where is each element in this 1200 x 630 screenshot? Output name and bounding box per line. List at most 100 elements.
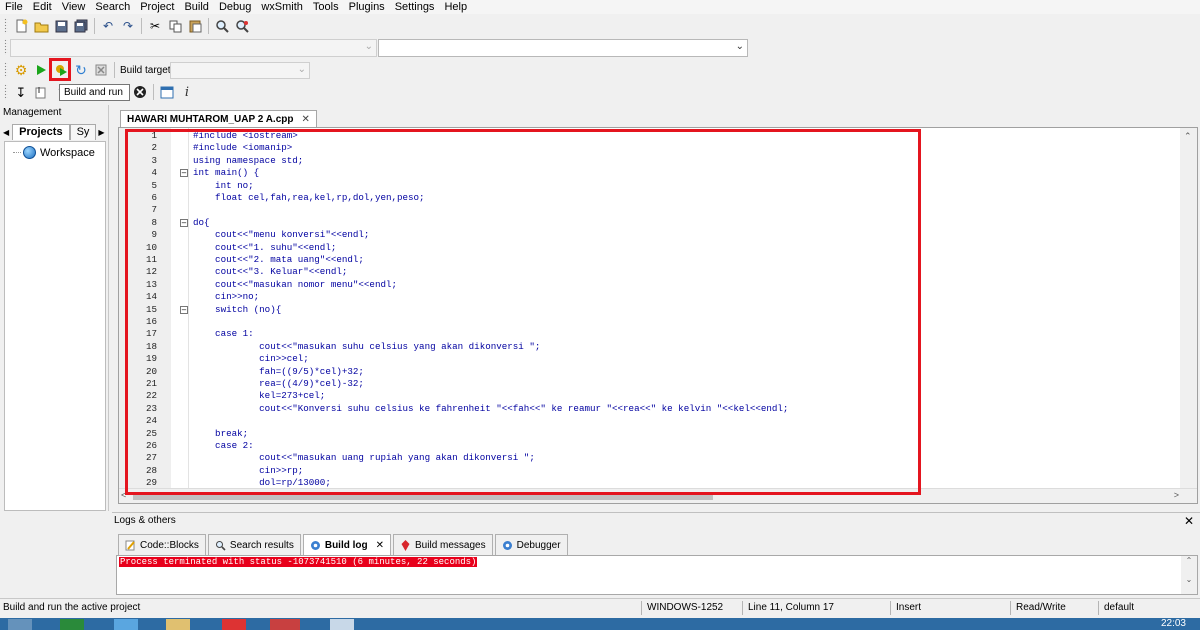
toolbar-grip[interactable] bbox=[4, 39, 8, 55]
build-and-run-highlight bbox=[49, 58, 71, 81]
tab-codeblocks-label: Code::Blocks bbox=[140, 539, 199, 551]
redo-icon[interactable]: ↷ bbox=[118, 16, 138, 36]
tab-search-results-label: Search results bbox=[229, 539, 294, 551]
save-all-icon[interactable] bbox=[71, 16, 91, 36]
taskbar-app-icon[interactable] bbox=[270, 619, 300, 630]
taskbar-app-icon[interactable] bbox=[166, 619, 190, 630]
toolbar-grip[interactable] bbox=[4, 62, 8, 78]
rebuild-icon[interactable]: ↻ bbox=[71, 60, 91, 80]
tabs-right-arrow-icon[interactable]: ▶ bbox=[98, 128, 104, 137]
close-icon[interactable]: ✕ bbox=[1184, 514, 1194, 528]
menu-build[interactable]: Build bbox=[179, 0, 213, 14]
taskbar-app-icon[interactable] bbox=[330, 619, 354, 630]
abort-icon[interactable] bbox=[91, 60, 111, 80]
tab-build-log[interactable]: Build log ✕ bbox=[302, 534, 392, 555]
menu-project[interactable]: Project bbox=[135, 0, 179, 14]
taskbar-app-icon[interactable] bbox=[222, 619, 246, 630]
build-target-label: Build target: bbox=[120, 64, 174, 76]
workspace-icon bbox=[23, 146, 36, 159]
tab-projects[interactable]: Projects bbox=[12, 124, 70, 140]
project-tree: Workspace bbox=[4, 141, 106, 511]
code-highlight-box bbox=[125, 129, 921, 495]
codeblocks-window: File Edit View Search Project Build Debu… bbox=[0, 0, 1200, 630]
undo-icon[interactable]: ↶ bbox=[98, 16, 118, 36]
status-insert-mode: Insert bbox=[896, 602, 922, 613]
tabs-left-arrow-icon[interactable]: ◀ bbox=[3, 128, 9, 137]
run-icon[interactable] bbox=[31, 60, 51, 80]
status-bar: Build and run the active project WINDOWS… bbox=[0, 598, 1200, 617]
tab-codeblocks[interactable]: Code::Blocks bbox=[118, 534, 206, 555]
editor-tab-label: HAWARI MUHTAROM_UAP 2 A.cpp bbox=[127, 113, 294, 125]
pencil-page-icon bbox=[125, 540, 135, 550]
debug-windows-icon[interactable] bbox=[157, 82, 177, 102]
menu-help[interactable]: Help bbox=[439, 0, 472, 14]
tab-search-results[interactable]: Search results bbox=[207, 534, 301, 555]
cut-icon[interactable]: ✂ bbox=[145, 16, 165, 36]
menu-settings[interactable]: Settings bbox=[390, 0, 440, 14]
chevron-down-icon: ⌄ bbox=[297, 64, 306, 75]
debug-next-icon[interactable] bbox=[31, 82, 51, 102]
tab-build-messages[interactable]: Build messages bbox=[393, 534, 493, 555]
menu-view[interactable]: View bbox=[57, 0, 91, 14]
scroll-right-icon[interactable]: > bbox=[1174, 490, 1179, 500]
logs-panel: Logs & others ✕ Code::Blocks Search resu… bbox=[112, 512, 1200, 596]
menu-plugins[interactable]: Plugins bbox=[344, 0, 390, 14]
menu-wxsmith[interactable]: wxSmith bbox=[256, 0, 308, 14]
status-profile: default bbox=[1104, 602, 1135, 613]
start-button[interactable] bbox=[8, 619, 32, 630]
replace-icon[interactable] bbox=[232, 16, 252, 36]
menu-tools[interactable]: Tools bbox=[308, 0, 344, 14]
menu-file[interactable]: File bbox=[0, 0, 28, 14]
menu-bar: File Edit View Search Project Build Debu… bbox=[0, 0, 1200, 14]
debug-step-icon[interactable]: ↧ bbox=[11, 82, 31, 102]
function-dropdown[interactable]: ⌄ bbox=[378, 39, 748, 57]
build-log-output[interactable]: Process terminated with status -10737415… bbox=[116, 555, 1198, 595]
management-title: Management bbox=[3, 107, 62, 118]
tab-symbols[interactable]: Sy bbox=[69, 124, 97, 140]
editor-tab[interactable]: HAWARI MUHTAROM_UAP 2 A.cpp ✕ bbox=[120, 110, 317, 127]
find-icon[interactable] bbox=[212, 16, 232, 36]
editor-vertical-scrollbar[interactable]: ⌃ bbox=[1180, 128, 1197, 489]
toolbar-separator bbox=[141, 18, 142, 34]
status-hint: Build and run the active project bbox=[3, 602, 141, 613]
log-vertical-scrollbar[interactable]: ⌃ ⌄ bbox=[1181, 556, 1197, 594]
tab-debugger[interactable]: Debugger bbox=[494, 534, 568, 555]
close-icon[interactable]: ✕ bbox=[302, 112, 310, 127]
menu-search[interactable]: Search bbox=[90, 0, 135, 14]
build-messages-icon bbox=[401, 539, 410, 551]
open-file-icon[interactable] bbox=[31, 16, 51, 36]
scroll-up-icon[interactable]: ⌃ bbox=[1184, 131, 1192, 142]
scroll-down-icon[interactable]: ⌄ bbox=[1181, 575, 1197, 584]
gear-icon bbox=[310, 540, 320, 550]
build-target-dropdown[interactable]: ⌄ bbox=[170, 62, 310, 79]
toolbar-grip[interactable] bbox=[4, 84, 8, 100]
save-icon[interactable] bbox=[51, 16, 71, 36]
info-icon[interactable]: i bbox=[177, 82, 197, 102]
toolbar-separator bbox=[208, 18, 209, 34]
toolbar-separator bbox=[114, 62, 115, 78]
paste-icon[interactable] bbox=[185, 16, 205, 36]
scroll-up-icon[interactable]: ⌃ bbox=[1181, 556, 1197, 565]
compiler-toolbar: ⚙ ↻ Build target: bbox=[2, 60, 173, 80]
gear-icon bbox=[502, 540, 512, 550]
taskbar-app-icon[interactable] bbox=[60, 619, 84, 630]
status-encoding: WINDOWS-1252 bbox=[647, 602, 724, 613]
stop-debugger-icon[interactable] bbox=[130, 82, 150, 102]
scope-dropdown[interactable]: ⌄ bbox=[10, 39, 377, 57]
new-file-icon[interactable] bbox=[11, 16, 31, 36]
tab-debugger-label: Debugger bbox=[516, 539, 561, 551]
status-divider bbox=[641, 601, 642, 615]
build-gear-icon[interactable]: ⚙ bbox=[11, 60, 31, 80]
status-divider bbox=[1010, 601, 1011, 615]
menu-edit[interactable]: Edit bbox=[28, 0, 57, 14]
copy-icon[interactable] bbox=[165, 16, 185, 36]
toolbar-grip[interactable] bbox=[4, 18, 8, 34]
build-and-run-tooltip: Build and run bbox=[59, 84, 130, 101]
tree-item-workspace[interactable]: Workspace bbox=[13, 146, 95, 159]
status-access: Read/Write bbox=[1016, 602, 1066, 613]
management-tabs: ◀ Projects Sy ▶ bbox=[3, 124, 105, 140]
logs-title: Logs & others bbox=[114, 515, 176, 526]
taskbar-app-icon[interactable] bbox=[114, 619, 138, 630]
menu-debug[interactable]: Debug bbox=[214, 0, 256, 14]
close-icon[interactable]: ✕ bbox=[376, 540, 384, 551]
